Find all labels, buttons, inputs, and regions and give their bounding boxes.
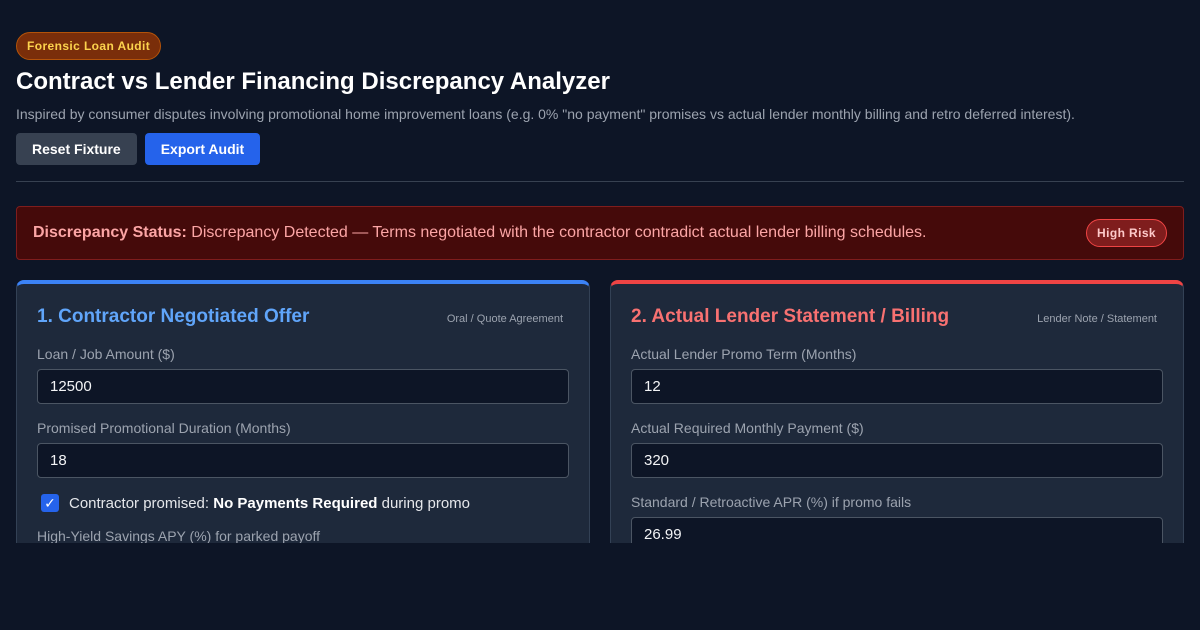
no-payments-prefix: Contractor promised:: [69, 494, 214, 512]
monthly-payment-label: Actual Required Monthly Payment ($): [631, 420, 864, 436]
discrepancy-status-banner: Discrepancy Status: Discrepancy Detected…: [16, 206, 1184, 260]
forensic-audit-tag: Forensic Loan Audit: [16, 32, 162, 60]
lender-panel-title: 2. Actual Lender Statement / Billing: [631, 306, 950, 327]
monthly-payment-input[interactable]: [631, 443, 1163, 478]
lender-term-label: Actual Lender Promo Term (Months): [631, 346, 857, 362]
status-label: Discrepancy Status:: [33, 224, 187, 241]
contractor-panel-tag: Oral / Quote Agreement: [446, 313, 563, 325]
lender-term-input[interactable]: [631, 369, 1163, 404]
export-audit-button[interactable]: Export Audit: [144, 133, 261, 165]
promo-duration-field: Promised Promotional Duration (Months): [37, 420, 569, 478]
loan-amount-input[interactable]: [37, 369, 569, 404]
page-subtitle: Inspired by consumer disputes involving …: [16, 106, 1075, 122]
loan-amount-label: Loan / Job Amount ($): [37, 346, 175, 362]
promo-duration-input[interactable]: [37, 443, 569, 478]
reset-fixture-button[interactable]: Reset Fixture: [16, 133, 137, 165]
no-payments-label: Contractor promised: No Payments Require…: [69, 495, 470, 512]
risk-badge: High Risk: [1086, 219, 1167, 247]
retro-apr-label: Standard / Retroactive APR (%) if promo …: [631, 494, 912, 510]
loan-amount-field: Loan / Job Amount ($): [37, 346, 569, 404]
no-payments-checkbox[interactable]: ✓: [41, 494, 59, 512]
status-text: Discrepancy Status: Discrepancy Detected…: [33, 224, 926, 242]
contractor-panel-header: 1. Contractor Negotiated Offer Oral / Qu…: [37, 306, 569, 328]
page-title: Contract vs Lender Financing Discrepancy…: [16, 68, 610, 95]
viewport-bottom-mask: [0, 543, 1200, 630]
no-payments-bold: No Payments Required: [213, 494, 378, 512]
savings-apy-label: High-Yield Savings APY (%) for parked pa…: [37, 528, 321, 544]
no-payments-suffix: during promo: [377, 494, 471, 512]
lender-panel-tag: Lender Note / Statement: [1037, 313, 1157, 325]
page: Forensic Loan Audit Contract vs Lender F…: [16, 32, 1184, 580]
promo-duration-label: Promised Promotional Duration (Months): [37, 420, 291, 436]
status-message: Discrepancy Detected — Terms negotiated …: [186, 224, 927, 241]
lender-panel-header: 2. Actual Lender Statement / Billing Len…: [631, 306, 1163, 328]
monthly-payment-field: Actual Required Monthly Payment ($): [631, 420, 1163, 478]
panels: 1. Contractor Negotiated Offer Oral / Qu…: [16, 280, 1184, 580]
contractor-panel-title: 1. Contractor Negotiated Offer: [37, 306, 310, 327]
lender-statement-panel: 2. Actual Lender Statement / Billing Len…: [610, 280, 1184, 580]
no-payments-checkbox-row[interactable]: ✓ Contractor promised: No Payments Requi…: [37, 494, 569, 512]
divider: [16, 181, 1184, 182]
lender-term-field: Actual Lender Promo Term (Months): [631, 346, 1163, 404]
action-bar: Reset Fixture Export Audit: [16, 133, 1184, 165]
contractor-offer-panel: 1. Contractor Negotiated Offer Oral / Qu…: [16, 280, 590, 580]
